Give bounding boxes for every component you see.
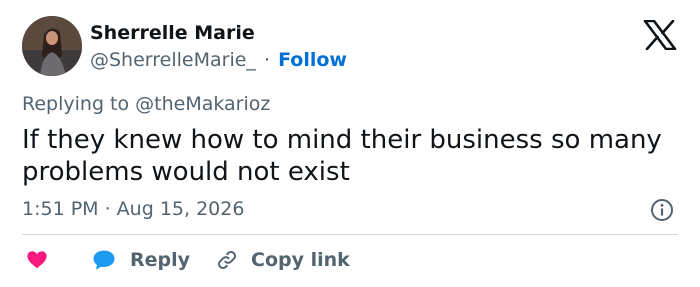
heart-icon[interactable] — [26, 249, 48, 271]
separator-dot: · — [263, 49, 271, 71]
reply-label: Reply — [130, 249, 191, 271]
x-logo-icon[interactable] — [643, 20, 677, 50]
speech-bubble-icon — [93, 250, 115, 270]
avatar-image — [22, 16, 82, 76]
info-icon[interactable] — [650, 198, 674, 222]
tweet-card: Sherrelle Marie @SherrelleMarie_ · Follo… — [0, 0, 700, 287]
tweet-timestamp[interactable]: 1:51 PM · Aug 15, 2026 — [22, 197, 244, 221]
link-icon — [218, 251, 236, 269]
follow-button[interactable]: Follow — [278, 49, 347, 71]
copy-link-button[interactable]: Copy link — [215, 245, 350, 275]
display-name[interactable]: Sherrelle Marie — [90, 21, 255, 45]
avatar[interactable] — [22, 16, 82, 76]
tweet-actions: Reply Copy link — [0, 245, 700, 275]
user-handle[interactable]: @SherrelleMarie_ — [90, 49, 256, 71]
handle-row: @SherrelleMarie_ · Follow — [90, 48, 347, 72]
copy-link-label: Copy link — [251, 249, 350, 271]
tweet-text: If they knew how to mind their business … — [22, 125, 662, 187]
replying-to-text[interactable]: Replying to @theMakarioz — [22, 92, 270, 116]
reply-button[interactable]: Reply — [92, 245, 190, 275]
divider — [22, 234, 678, 235]
